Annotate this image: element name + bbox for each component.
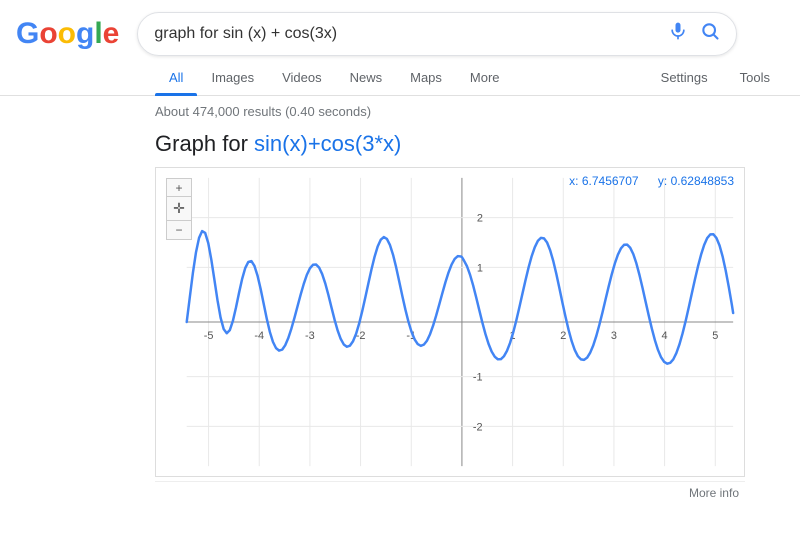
svg-text:2: 2 — [560, 330, 566, 342]
svg-text:-2: -2 — [473, 421, 483, 433]
graph-svg: -5 -4 -3 -2 -1 1 2 3 4 5 2 1 -1 -2 — [156, 168, 744, 476]
svg-text:3: 3 — [611, 330, 617, 342]
logo-l: l — [94, 17, 102, 51]
svg-text:1: 1 — [477, 262, 483, 274]
main-content: Graph for sin(x)+cos(3*x) x: 6.7456707 y… — [0, 127, 800, 508]
google-logo: G o o g l e — [16, 17, 119, 51]
svg-text:2: 2 — [477, 213, 483, 225]
svg-text:-5: -5 — [204, 330, 214, 342]
tab-videos[interactable]: Videos — [268, 60, 336, 95]
logo-e: e — [103, 17, 120, 51]
svg-text:-4: -4 — [254, 330, 264, 342]
header: G o o g l e — [0, 0, 800, 56]
title-prefix: Graph for — [155, 131, 254, 156]
title-formula: sin(x)+cos(3*x) — [254, 131, 401, 156]
y-coord: y: 0.62848853 — [658, 174, 734, 188]
logo-o1: o — [39, 17, 57, 51]
tab-all[interactable]: All — [155, 60, 197, 95]
svg-text:-3: -3 — [305, 330, 315, 342]
graph-container[interactable]: x: 6.7456707 y: 0.62848853 + ✛ − — [155, 167, 745, 477]
search-input[interactable] — [154, 25, 656, 43]
tab-tools[interactable]: Tools — [726, 60, 784, 95]
x-coord: x: 6.7456707 — [569, 174, 638, 188]
svg-text:-1: -1 — [473, 372, 483, 384]
result-stats: About 474,000 results (0.40 seconds) — [0, 96, 800, 127]
microphone-icon[interactable] — [668, 21, 688, 47]
logo-g: G — [16, 17, 39, 51]
more-info[interactable]: More info — [155, 481, 745, 504]
svg-text:5: 5 — [712, 330, 718, 342]
svg-text:4: 4 — [662, 330, 668, 342]
result-title: Graph for sin(x)+cos(3*x) — [155, 131, 784, 157]
logo-o2: o — [58, 17, 76, 51]
logo-g2: g — [76, 17, 94, 51]
nav-right: Settings Tools — [647, 60, 784, 95]
search-input-wrapper — [137, 12, 737, 56]
tab-maps[interactable]: Maps — [396, 60, 456, 95]
search-bar — [137, 12, 737, 56]
zoom-out-button[interactable]: − — [167, 221, 191, 239]
graph-coords: x: 6.7456707 y: 0.62848853 — [553, 174, 734, 188]
search-icons — [668, 21, 720, 47]
tab-more[interactable]: More — [456, 60, 514, 95]
pan-button[interactable]: ✛ — [167, 197, 191, 221]
tab-images[interactable]: Images — [197, 60, 268, 95]
tab-news[interactable]: News — [336, 60, 397, 95]
pan-controls[interactable]: + ✛ − — [166, 178, 192, 240]
search-icon[interactable] — [700, 21, 720, 47]
tab-settings[interactable]: Settings — [647, 60, 722, 95]
nav-tabs: All Images Videos News Maps More Setting… — [0, 60, 800, 96]
zoom-in-button[interactable]: + — [167, 179, 191, 197]
